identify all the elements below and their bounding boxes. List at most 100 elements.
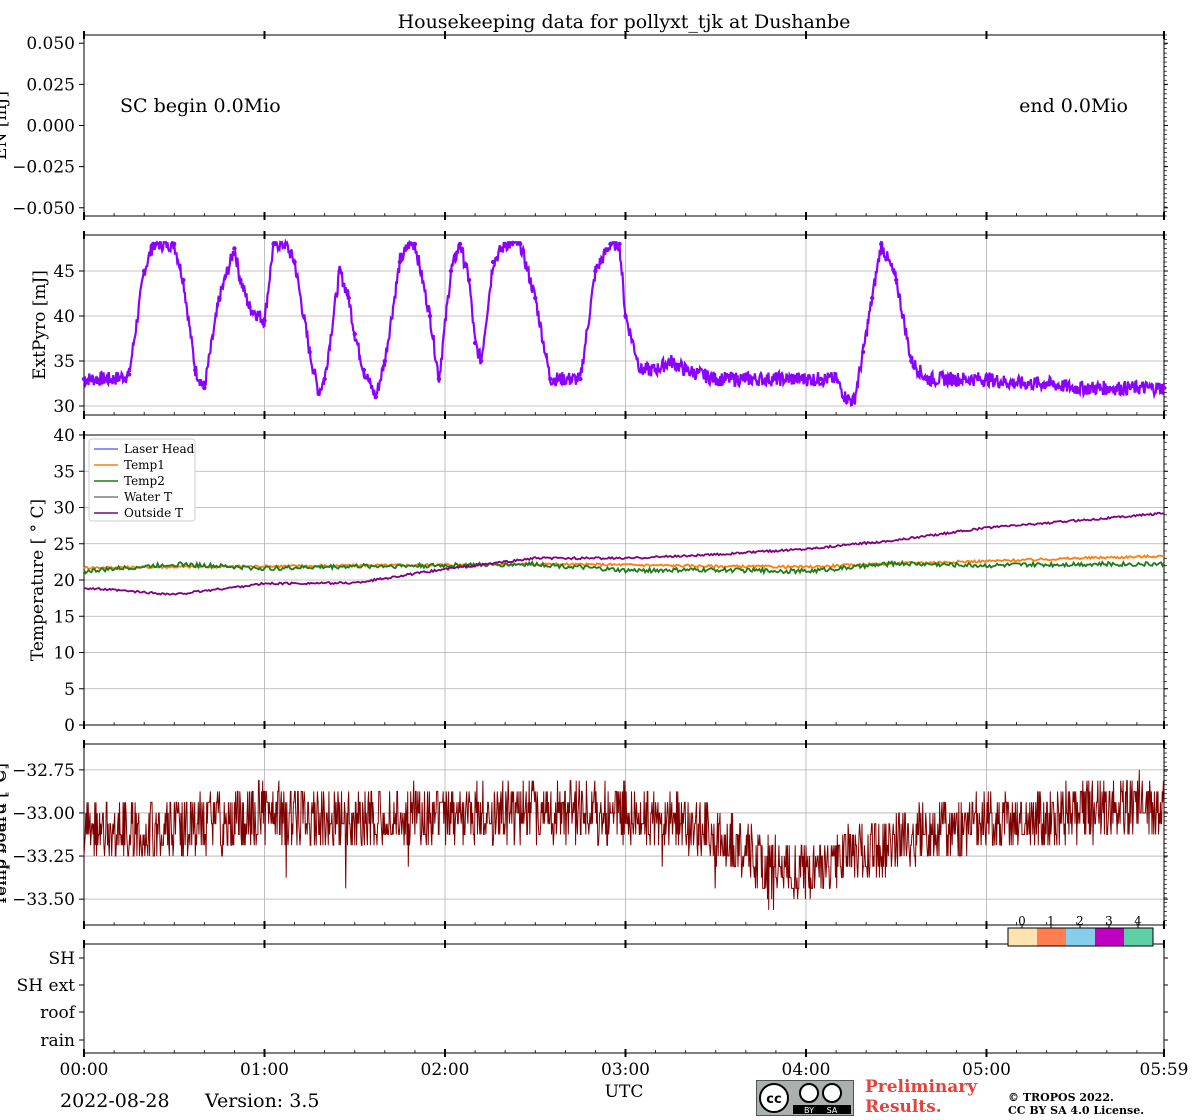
copyright-line-1: © TROPOS 2022.	[1008, 1091, 1114, 1104]
extpyro-point	[457, 241, 463, 247]
extpyro-point	[412, 241, 418, 247]
extpyro-point	[337, 268, 342, 274]
extpyro-point	[713, 376, 718, 382]
x-tick-label: 05:59	[1140, 1060, 1189, 1080]
extpyro-point	[478, 358, 484, 364]
extpyro-point	[181, 277, 186, 283]
extpyro-point	[788, 376, 794, 382]
sa-icon	[822, 1083, 842, 1103]
flag-label: SH	[49, 949, 75, 969]
y-tick-label: 35	[53, 352, 75, 372]
flag-label: roof	[40, 1003, 77, 1023]
extpyro-point	[638, 367, 643, 373]
extpyro-point	[466, 277, 472, 283]
extpyro-point	[818, 376, 824, 382]
y-tick-label: 0.050	[26, 34, 75, 54]
extpyro-point	[518, 241, 523, 247]
y-tick-label: 10	[53, 644, 75, 664]
colorbar-tick-label: 0	[1018, 914, 1026, 928]
extpyro-point	[548, 376, 553, 382]
extpyro-point	[860, 349, 866, 355]
figure-title: Housekeeping data for pollyxt_tjk at Dus…	[398, 11, 851, 33]
y-tick-label: 5	[64, 680, 75, 700]
extpyro-point	[202, 385, 207, 391]
extpyro-point	[352, 331, 357, 337]
copyright-label: © TROPOS 2022. CC BY SA 4.0 License.	[1008, 1091, 1144, 1117]
extpyro-point	[743, 376, 749, 382]
extpyro-point	[472, 340, 478, 346]
legend-label: Temp2	[124, 474, 165, 488]
y-tick-label: 30	[53, 397, 75, 417]
sc-end-annotation: end 0.0Mio	[1019, 95, 1128, 117]
extpyro-point	[502, 241, 508, 247]
extpyro-point	[1044, 381, 1049, 386]
y-tick-label: −33.50	[12, 890, 75, 910]
housekeeping-figure: 0.0500.0250.000−0.025−0.050EN [mJ]454035…	[0, 11, 1189, 1102]
y-axis-label: EN [mJ]	[0, 91, 11, 160]
extpyro-point	[924, 376, 929, 382]
extpyro-point	[909, 358, 914, 364]
by-icon	[799, 1083, 819, 1103]
extpyro-point	[382, 358, 388, 364]
legend-label: Outside T	[124, 506, 183, 520]
y-tick-label: −32.75	[12, 761, 75, 781]
extpyro-point	[322, 376, 327, 382]
extpyro-point	[608, 241, 613, 247]
extpyro-point	[623, 313, 628, 319]
extpyro-point	[361, 367, 366, 373]
extpyro-point	[292, 259, 297, 265]
panel-en: 0.050 0.025 0.000 −0.025 −0.050 EN [mJ]	[0, 31, 1168, 220]
extpyro-point	[436, 376, 442, 382]
extpyro-point	[172, 241, 177, 247]
colorbar-cell	[1037, 928, 1066, 946]
series-temp2	[83, 559, 1165, 576]
preliminary-line-1: Preliminary	[865, 1077, 978, 1097]
x-tick-label: 04:00	[782, 1060, 831, 1080]
extpyro-point	[1104, 385, 1110, 391]
colorbar-cell	[1008, 928, 1037, 946]
extpyro-point	[373, 394, 379, 400]
extpyro-point	[1161, 385, 1167, 391]
extpyro-point	[569, 376, 574, 382]
y-tick-label: 0.025	[26, 75, 75, 95]
extpyro-point	[262, 318, 267, 323]
axes-frame	[83, 943, 1165, 1054]
y-tick-label: 35	[53, 462, 75, 482]
extpyro-point	[653, 367, 658, 373]
extpyro-point	[1134, 385, 1140, 391]
cc-license-badge: cc BY SA	[756, 1080, 854, 1116]
colorbar-tick-label: 3	[1105, 914, 1113, 928]
axes-frame	[83, 34, 1165, 217]
colorbar-tick-label: 1	[1047, 914, 1055, 928]
extpyro-point	[193, 367, 198, 373]
extpyro-point	[894, 277, 899, 283]
legend-label: Temp1	[124, 458, 165, 472]
colorbar-cell	[1095, 928, 1124, 946]
y-axis-label: ExtPyro [mJ]	[30, 270, 50, 380]
colorbar-tick-label: 2	[1076, 914, 1084, 928]
panel-flags	[83, 940, 1165, 1057]
extpyro-point	[283, 241, 288, 247]
axes-frame	[83, 234, 1165, 416]
series-outside-t	[83, 511, 1165, 596]
extpyro-point	[397, 259, 403, 265]
x-tick-label: 01:00	[240, 1060, 289, 1080]
extpyro-point	[271, 241, 276, 247]
extpyro-point	[406, 241, 412, 247]
y-tick-label: 0.000	[26, 117, 75, 137]
by-text: BY	[804, 1106, 814, 1115]
tempboard-line	[83, 769, 1165, 910]
extpyro-point	[557, 376, 562, 382]
preliminary-results-label: Preliminary Results.	[865, 1077, 977, 1117]
legend-label: Water T	[124, 490, 172, 504]
x-axis-label: UTC	[605, 1082, 644, 1102]
extpyro-point	[851, 399, 857, 404]
sc-begin-annotation: SC begin 0.0Mio	[120, 95, 281, 117]
copyright-line-2: CC BY SA 4.0 License.	[1008, 1104, 1145, 1117]
extpyro-point	[141, 268, 147, 274]
y-tick-label: −0.025	[12, 158, 75, 178]
extpyro-point	[490, 259, 496, 265]
y-tick-label: 40	[53, 307, 75, 327]
x-tick-label: 02:00	[421, 1060, 470, 1080]
y-tick-label: 40	[53, 426, 75, 446]
